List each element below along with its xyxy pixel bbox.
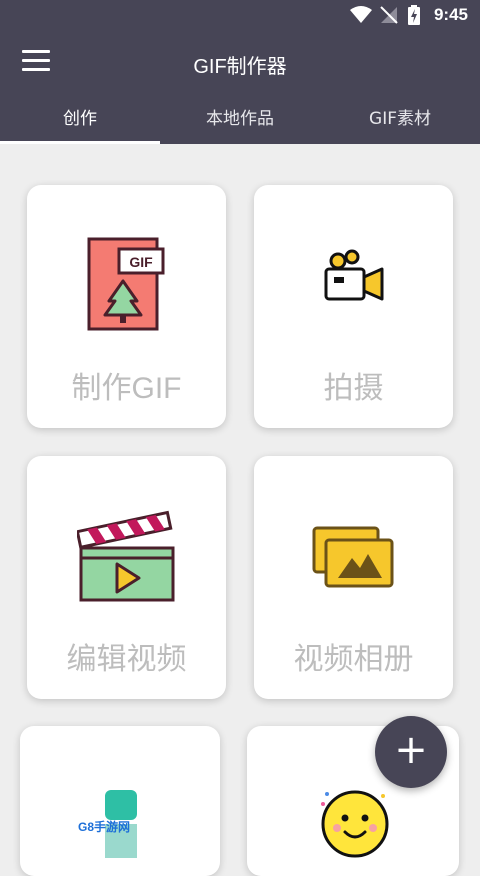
gif-file-icon: GIF bbox=[87, 237, 165, 331]
wifi-icon bbox=[350, 6, 372, 23]
page-title: GIF制作器 bbox=[193, 56, 287, 78]
battery-charging-icon bbox=[408, 5, 420, 25]
card-label: 制作GIF bbox=[71, 372, 182, 405]
make-gif-card[interactable]: GIF 制作GIF bbox=[27, 185, 226, 428]
video-album-card[interactable]: 视频相册 bbox=[254, 456, 453, 699]
tab-label: GIF素材 bbox=[369, 109, 431, 129]
app-bar: GIF制作器 bbox=[0, 30, 480, 96]
gif-badge-text: GIF bbox=[129, 254, 153, 270]
clapperboard-play-icon bbox=[77, 510, 175, 602]
tab-label: 本地作品 bbox=[206, 109, 274, 129]
tab-bar: 创作 本地作品 GIF素材 bbox=[0, 96, 480, 144]
smiley-face-icon bbox=[321, 790, 389, 858]
status-bar: 9:45 bbox=[0, 0, 480, 30]
tab-label: 创作 bbox=[63, 109, 97, 129]
add-button[interactable]: + bbox=[375, 716, 447, 788]
no-signal-icon bbox=[380, 6, 398, 24]
video-camera-icon bbox=[324, 249, 384, 301]
photo-album-icon bbox=[312, 526, 394, 588]
tab-gif-materials[interactable]: GIF素材 bbox=[320, 96, 480, 144]
tab-indicator bbox=[0, 141, 160, 144]
clock: 9:45 bbox=[433, 5, 468, 24]
tab-create[interactable]: 创作 bbox=[0, 96, 160, 144]
plus-icon: + bbox=[394, 727, 428, 773]
card-label: 编辑视频 bbox=[66, 643, 187, 676]
shoot-card[interactable]: 拍摄 bbox=[254, 185, 453, 428]
card-label: 视频相册 bbox=[293, 643, 414, 676]
card-label: 拍摄 bbox=[323, 372, 384, 405]
edit-video-card[interactable]: 编辑视频 bbox=[27, 456, 226, 699]
tab-local-works[interactable]: 本地作品 bbox=[160, 96, 320, 144]
watermark: G8手游网 bbox=[78, 820, 131, 834]
phone-card[interactable] bbox=[20, 726, 220, 876]
